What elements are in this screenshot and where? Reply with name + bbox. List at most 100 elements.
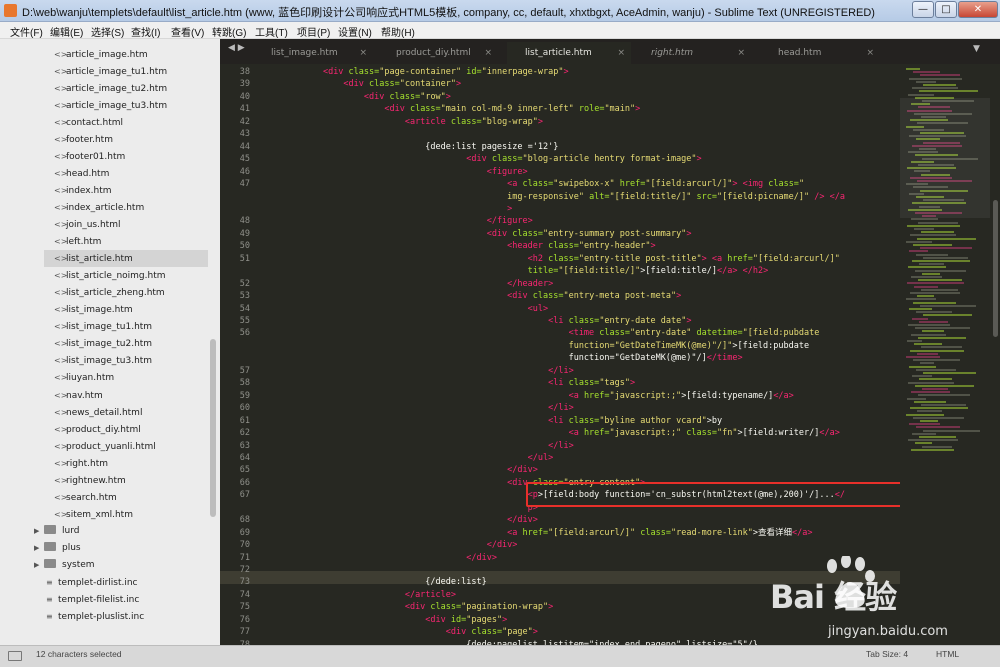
code-token: function="GetDateTimeMK(@me)"/]" bbox=[568, 340, 733, 351]
file-item[interactable]: <>list_image_tu3.htm bbox=[54, 352, 152, 369]
inc-file-item[interactable]: ≡ templet-filelist.inc bbox=[46, 591, 139, 608]
code-token: > bbox=[686, 316, 692, 326]
inc-file-item[interactable]: ≡ templet-pluslist.inc bbox=[46, 608, 144, 625]
code-token: "row" bbox=[420, 91, 446, 102]
editor-scrollbar[interactable] bbox=[990, 64, 1000, 645]
line-number: 47 bbox=[239, 179, 250, 190]
file-item[interactable]: <>product_yuanli.html bbox=[54, 438, 156, 455]
file-item[interactable]: <>index.htm bbox=[54, 182, 111, 199]
editor-tab[interactable]: list_image.htm × bbox=[253, 42, 373, 64]
file-item[interactable]: <>news_detail.html bbox=[54, 404, 142, 421]
file-item[interactable]: <>article_image_tu1.htm bbox=[54, 63, 167, 80]
file-item[interactable]: <>list_article_noimg.htm bbox=[54, 267, 166, 284]
line-number: 76 bbox=[239, 614, 250, 625]
file-item[interactable]: <>nav.htm bbox=[54, 387, 103, 404]
file-item[interactable]: <>left.htm bbox=[54, 233, 101, 250]
code-editor[interactable]: 38 39 40 41 42 43 44 45 46 47 48 49 50 51 52 53 54 55 56 57… bbox=[220, 64, 990, 645]
file-item[interactable]: <>index_article.htm bbox=[54, 199, 144, 216]
html-file-icon: <> bbox=[54, 492, 68, 502]
editor-tab[interactable]: right.htm × bbox=[633, 42, 751, 64]
console-icon[interactable] bbox=[8, 651, 22, 661]
code-token: "fn" bbox=[717, 428, 738, 439]
menu-item[interactable]: 设置(N) bbox=[338, 24, 372, 39]
code-token: > bbox=[686, 228, 692, 239]
menu-item[interactable]: 帮助(H) bbox=[381, 24, 415, 39]
tab-close-icon[interactable]: × bbox=[737, 42, 745, 64]
tab-close-icon[interactable]: × bbox=[866, 42, 874, 64]
tab-size-indicator[interactable]: Tab Size: 4 bbox=[866, 649, 908, 659]
file-item[interactable]: <>list_image.htm bbox=[54, 301, 133, 318]
file-item[interactable]: <>list_image_tu1.htm bbox=[54, 318, 152, 335]
tab-nav-arrows-icon[interactable]: ◀ ▶ bbox=[228, 43, 245, 53]
menu-item[interactable]: 查找(I) bbox=[131, 24, 160, 39]
tab-close-icon[interactable]: × bbox=[484, 42, 492, 64]
menu-item[interactable]: 文件(F) bbox=[10, 24, 43, 39]
folder-item[interactable]: ▶ system bbox=[34, 557, 95, 574]
file-item[interactable]: <>right.htm bbox=[54, 455, 108, 472]
menu-item[interactable]: 项目(P) bbox=[297, 24, 330, 39]
code-token: class= bbox=[409, 104, 441, 115]
expand-arrow-icon[interactable]: ▶ bbox=[34, 540, 44, 557]
minimap-stroke bbox=[909, 308, 932, 310]
tab-close-icon[interactable]: × bbox=[617, 42, 625, 64]
code-token: " bbox=[798, 179, 805, 190]
expand-arrow-icon[interactable]: ▶ bbox=[34, 557, 44, 574]
file-name: contact.html bbox=[66, 117, 124, 128]
minimap-viewport[interactable] bbox=[900, 98, 990, 218]
minimap-stroke bbox=[916, 80, 936, 83]
file-item[interactable]: <>article_image_tu2.htm bbox=[54, 80, 167, 97]
scrollbar-thumb[interactable] bbox=[993, 200, 998, 337]
file-item[interactable]: <>article_image_tu3.htm bbox=[54, 97, 167, 114]
code-token: "swipebox-x" bbox=[553, 179, 620, 190]
code-token: "blog-wrap" bbox=[481, 116, 538, 127]
file-item[interactable]: <>list_article_zheng.htm bbox=[54, 284, 165, 301]
minimap-stroke bbox=[913, 71, 940, 74]
minimap-stroke bbox=[912, 317, 928, 320]
code-token: >[field:pubdate bbox=[732, 340, 810, 351]
code-token: </a> bbox=[717, 266, 738, 277]
menu-item[interactable]: 工具(T) bbox=[255, 24, 288, 39]
editor-tab[interactable]: product_diy.html × bbox=[378, 42, 498, 64]
file-item[interactable]: <>search.htm bbox=[54, 489, 117, 506]
sidebar-scrollbar[interactable] bbox=[210, 339, 216, 517]
file-item[interactable]: <>join_us.html bbox=[54, 216, 120, 233]
menu-item[interactable]: 转跳(G) bbox=[212, 24, 246, 39]
code-line: </li> bbox=[282, 365, 574, 377]
file-item[interactable]: <>sitem_xml.htm bbox=[54, 506, 133, 523]
html-file-icon: <> bbox=[54, 373, 68, 383]
file-item[interactable]: <>liuyan.htm bbox=[54, 369, 114, 386]
file-item[interactable]: <>rightnew.htm bbox=[54, 472, 126, 489]
editor-tab[interactable]: list_article.htm × bbox=[507, 42, 631, 64]
tab-close-icon[interactable]: × bbox=[359, 42, 367, 64]
file-item[interactable]: <>list_article.htm bbox=[44, 250, 208, 268]
line-number: 70 bbox=[239, 540, 250, 551]
file-item[interactable]: <>footer.htm bbox=[54, 131, 113, 148]
expand-arrow-icon[interactable]: ▶ bbox=[34, 523, 44, 540]
menu-item[interactable]: 查看(V) bbox=[171, 24, 204, 39]
close-button[interactable]: ✕ bbox=[958, 1, 998, 18]
folder-item[interactable]: ▶ lurd bbox=[34, 523, 79, 540]
code-line: <a href="[field:arcurl/]" class="read-mo… bbox=[282, 527, 812, 539]
menu-item[interactable]: 选择(S) bbox=[91, 24, 124, 39]
minimap-stroke bbox=[922, 388, 948, 390]
syntax-indicator[interactable]: HTML bbox=[936, 649, 959, 659]
editor-tab[interactable]: head.htm × bbox=[760, 42, 880, 64]
code-token: "read-more-link" bbox=[670, 527, 753, 538]
file-item[interactable]: <>head.htm bbox=[54, 165, 109, 182]
file-item[interactable]: <>contact.html bbox=[54, 114, 123, 131]
file-item[interactable]: <>list_image_tu2.htm bbox=[54, 335, 152, 352]
code-token: "page-container" bbox=[379, 67, 467, 77]
file-item[interactable]: <>footer01.htm bbox=[54, 148, 125, 165]
file-item[interactable]: <>product_diy.html bbox=[54, 421, 141, 438]
folder-item[interactable]: ▶ plus bbox=[34, 540, 81, 557]
html-file-icon: <> bbox=[54, 424, 68, 434]
sublime-app-icon bbox=[4, 4, 17, 17]
maximize-button[interactable]: □ bbox=[935, 1, 957, 18]
menu-item[interactable]: 编辑(E) bbox=[50, 24, 83, 39]
file-item[interactable]: <>article_image.htm bbox=[54, 46, 148, 63]
inc-file-item[interactable]: ≡ templet-dirlist.inc bbox=[46, 574, 138, 591]
minimize-button[interactable]: — bbox=[912, 1, 934, 18]
tab-dropdown-icon[interactable]: ▼ bbox=[973, 44, 980, 54]
